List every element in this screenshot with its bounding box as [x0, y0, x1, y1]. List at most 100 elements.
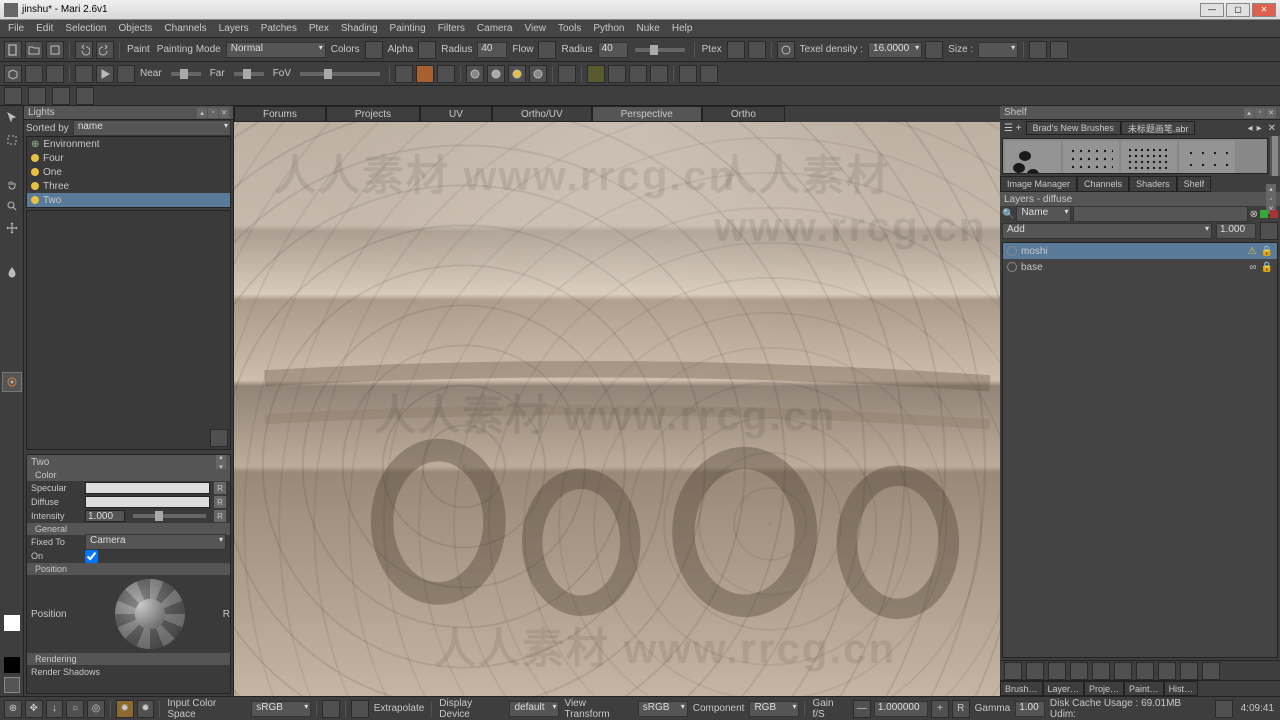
slice-tool-icon[interactable]: [2, 526, 22, 546]
intensity-slider[interactable]: [133, 514, 206, 518]
marquee-tool-icon[interactable]: [2, 130, 22, 150]
fixedto-dropdown[interactable]: Camera: [85, 534, 226, 550]
cache-icon[interactable]: [1215, 700, 1233, 718]
status-move-icon[interactable]: ✥: [25, 700, 43, 718]
brush2-tool-icon[interactable]: [2, 416, 22, 436]
open-icon[interactable]: [25, 41, 43, 59]
brush-cell[interactable]: 未标题…: [1179, 141, 1235, 174]
minimize-button[interactable]: —: [1200, 3, 1224, 17]
size-icon[interactable]: [925, 41, 943, 59]
status-gear-icon[interactable]: ✹: [116, 700, 134, 718]
menu-camera[interactable]: Camera: [473, 23, 517, 34]
tab-shaders[interactable]: Shaders: [1129, 176, 1177, 192]
tab-forums[interactable]: Forums: [234, 106, 326, 122]
link-3-icon[interactable]: [52, 87, 70, 105]
move-tool-icon[interactable]: [2, 218, 22, 238]
snap-1-icon[interactable]: [587, 65, 605, 83]
colors-swap-icon[interactable]: [365, 41, 383, 59]
shelf-tab-untitled[interactable]: 未标题画笔.abr: [1121, 121, 1196, 135]
menu-filters[interactable]: Filters: [434, 23, 469, 34]
tab-channels[interactable]: Channels: [1077, 176, 1129, 192]
status-target-icon[interactable]: ⊕: [4, 700, 22, 718]
sort-dropdown[interactable]: name: [73, 120, 231, 136]
layer-adj-icon[interactable]: [1070, 662, 1088, 680]
mirror-icon[interactable]: [679, 65, 697, 83]
layer-row[interactable]: moshi⚠🔒: [1003, 243, 1277, 259]
light-item-four[interactable]: Four: [27, 151, 230, 165]
position-sphere[interactable]: [115, 579, 185, 649]
symmetry-icon[interactable]: [700, 65, 718, 83]
gamma-input[interactable]: 1.00: [1015, 701, 1045, 717]
grid-tool-icon[interactable]: [2, 284, 22, 304]
size-dropdown[interactable]: [978, 42, 1018, 58]
light-3-icon[interactable]: [508, 65, 526, 83]
ics-dropdown[interactable]: sRGB: [251, 701, 311, 717]
shelf-float-icon[interactable]: ▫: [1255, 108, 1265, 118]
grid-icon[interactable]: [558, 65, 576, 83]
tab-orthouv[interactable]: Ortho/UV: [492, 106, 592, 122]
snap-4-icon[interactable]: [650, 65, 668, 83]
clone-tool-icon[interactable]: [2, 372, 22, 392]
ring2-tool-icon[interactable]: [2, 482, 22, 502]
btab-layer[interactable]: Layer…: [1043, 681, 1085, 696]
near-slider[interactable]: [171, 72, 201, 76]
link-4-icon[interactable]: [76, 87, 94, 105]
btab-paint[interactable]: Paint…: [1124, 681, 1164, 696]
specular-value[interactable]: [85, 482, 210, 494]
light-item-three[interactable]: Three: [27, 179, 230, 193]
snap-2-icon[interactable]: [608, 65, 626, 83]
target-tool-icon[interactable]: [2, 394, 22, 414]
cube-icon[interactable]: [4, 65, 22, 83]
shelf-close-icon[interactable]: ✕: [1266, 108, 1276, 118]
secondary-color[interactable]: [4, 677, 20, 693]
brush-cell[interactable]: 未标题…: [1005, 141, 1061, 174]
menu-patches[interactable]: Patches: [257, 23, 301, 34]
tool-a-icon[interactable]: [1029, 41, 1047, 59]
panel-close-icon[interactable]: ✕: [219, 108, 229, 118]
menu-edit[interactable]: Edit: [32, 23, 57, 34]
gain-up-icon[interactable]: +: [931, 700, 949, 718]
menu-view[interactable]: View: [521, 23, 551, 34]
shelf-up-icon[interactable]: ▴: [1244, 108, 1254, 118]
link-2-icon[interactable]: [28, 87, 46, 105]
redo-icon[interactable]: [96, 41, 114, 59]
painting-mode-dropdown[interactable]: Normal: [226, 42, 326, 58]
nav-home-icon[interactable]: [395, 65, 413, 83]
intensity-reset[interactable]: R: [214, 510, 226, 522]
menu-python[interactable]: Python: [589, 23, 628, 34]
paint-tool-icon[interactable]: [2, 306, 22, 326]
status-gear2-icon[interactable]: ✹: [137, 700, 155, 718]
vector-tool-icon[interactable]: [2, 460, 22, 480]
light-item-two[interactable]: Two: [27, 193, 230, 207]
gain-input[interactable]: 1.000000: [874, 701, 928, 717]
panel-up-icon[interactable]: ▴: [197, 108, 207, 118]
lights-add-icon[interactable]: [210, 429, 228, 447]
on-checkbox[interactable]: [85, 550, 98, 563]
ptex-tool-1-icon[interactable]: [727, 41, 745, 59]
shelf-tab-close[interactable]: ✕: [1264, 123, 1280, 134]
layer-lock-icon[interactable]: 🔒: [1261, 262, 1273, 273]
status-sel-icon[interactable]: ○: [66, 700, 84, 718]
shelf-nav-left[interactable]: ◂: [1246, 123, 1255, 134]
ptex-tool-2-icon[interactable]: [748, 41, 766, 59]
lasso-tool-icon[interactable]: [2, 152, 22, 172]
tool-b-icon[interactable]: [1050, 41, 1068, 59]
alpha-toggle[interactable]: [418, 41, 436, 59]
nav-orbit-icon[interactable]: [416, 65, 434, 83]
menu-tools[interactable]: Tools: [554, 23, 585, 34]
tab-uv[interactable]: UV: [420, 106, 492, 122]
status-down-icon[interactable]: ↓: [46, 700, 64, 718]
blend-mode-dropdown[interactable]: Add: [1002, 223, 1212, 239]
viewport[interactable]: 人人素材 www.rrcg.cn 人人素材 www.rrcg.cn 人人素材 w…: [234, 122, 1000, 696]
menu-file[interactable]: File: [4, 23, 28, 34]
specular-reset[interactable]: R: [214, 482, 226, 494]
menu-painting[interactable]: Painting: [386, 23, 430, 34]
layer-lock-icon[interactable]: 🔒: [1261, 246, 1273, 257]
extrapolate-icon[interactable]: [351, 700, 369, 718]
zoom-tool-icon[interactable]: [2, 196, 22, 216]
diffuse-value[interactable]: [85, 496, 210, 508]
picker-tool-icon[interactable]: [2, 504, 22, 524]
btab-hist[interactable]: Hist…: [1164, 681, 1199, 696]
blend-lock-icon[interactable]: [1260, 222, 1278, 240]
undo-icon[interactable]: [75, 41, 93, 59]
